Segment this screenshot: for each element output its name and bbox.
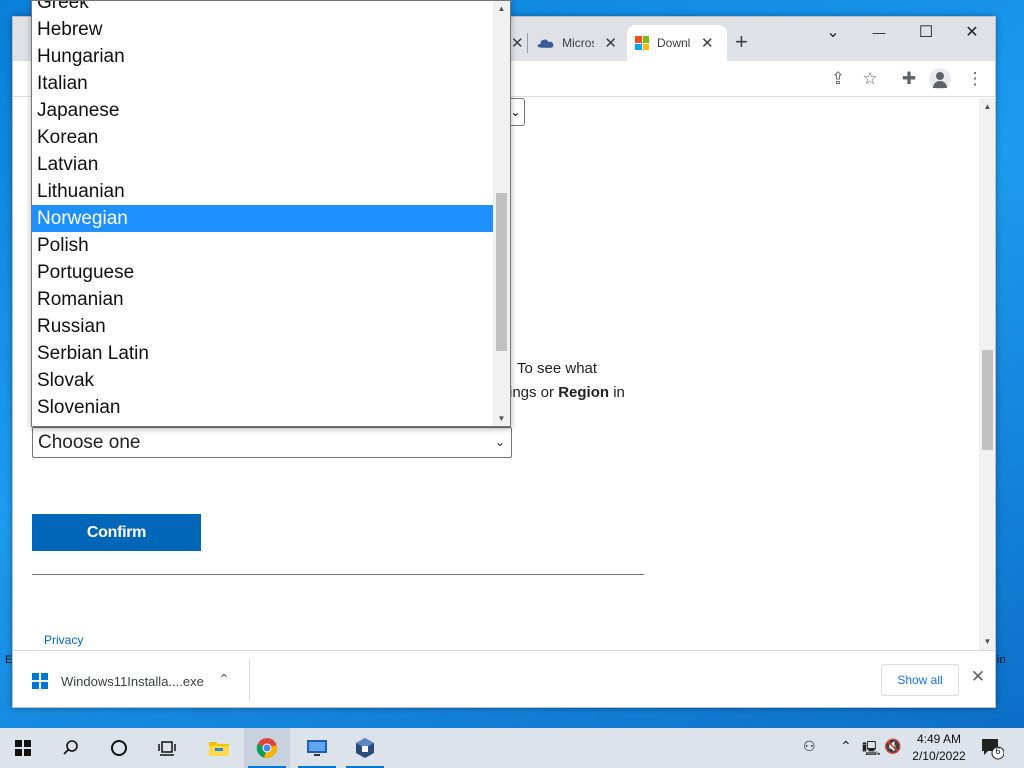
onedrive-icon [537, 39, 554, 48]
clock-date: 2/10/2022 [912, 749, 966, 763]
search-icon [63, 740, 78, 755]
dropdown-option[interactable]: Latvian [32, 151, 494, 178]
remote-desktop-button[interactable] [294, 728, 340, 768]
download-bar: Windows11Installa....exe ⌃ Show all ✕ [13, 650, 995, 707]
start-button[interactable] [0, 728, 46, 768]
tab-separator [527, 33, 528, 53]
chevron-up-icon[interactable]: ⌃ [218, 671, 230, 688]
info-text-part: ings or [509, 384, 559, 401]
minimize-button[interactable]: — [859, 21, 899, 45]
tab-close-icon[interactable]: ✕ [511, 34, 524, 52]
volume-muted-icon[interactable]: 🔇 [884, 738, 901, 755]
dropdown-option[interactable]: Portuguese [32, 259, 494, 286]
page-scrollbar[interactable]: ▲ ▼ [979, 98, 995, 650]
tab-close-icon[interactable]: ✕ [604, 34, 617, 52]
scroll-down-arrow-icon[interactable]: ▼ [979, 637, 995, 646]
dropdown-option[interactable]: Polish [32, 232, 494, 259]
start-icon [15, 740, 31, 756]
file-explorer-icon [209, 742, 229, 756]
chevron-down-icon: ⌄ [494, 435, 505, 449]
dropdown-option[interactable]: Korean [32, 124, 494, 151]
language-dropdown-list: Greek Hebrew Hungarian Italian Japanese … [31, 0, 511, 427]
extensions-icon[interactable]: ✚ [899, 69, 919, 89]
taskbar: ⚇ ⌃ 🖳 🔇 4:49 AM 2/10/2022 6 [0, 728, 1024, 768]
dropdown-option[interactable]: Italian [32, 70, 494, 97]
tab-download[interactable]: Downl ✕ [627, 25, 727, 61]
share-icon[interactable]: ⇪ [828, 69, 848, 89]
close-window-button[interactable]: ✕ [952, 21, 992, 45]
chevron-up-icon[interactable]: ⌃ [840, 738, 852, 755]
tab-close-icon[interactable]: ✕ [701, 34, 714, 52]
remote-desktop-icon [307, 740, 327, 756]
confirm-button[interactable]: Confirm [32, 514, 201, 551]
dropdown-option[interactable]: Slovak [32, 367, 494, 394]
desktop-icon-label-right[interactable]: in [997, 654, 1006, 666]
tab-title: Micros [562, 36, 595, 50]
scroll-up-arrow-icon[interactable]: ▲ [979, 102, 995, 111]
file-explorer-button[interactable] [196, 728, 242, 768]
dropdown-option[interactable]: Greek [32, 1, 494, 16]
region-bold-text: Region [558, 384, 610, 401]
dropdown-option[interactable]: Hungarian [32, 43, 494, 70]
page-scrollbar-thumb[interactable] [982, 350, 993, 450]
scroll-up-arrow-icon[interactable]: ▲ [493, 4, 510, 13]
task-view-button[interactable] [144, 728, 190, 768]
dropdown-option[interactable]: Romanian [32, 286, 494, 313]
virtualbox-icon [356, 738, 374, 758]
dropdown-option[interactable]: Serbian Latin [32, 340, 494, 367]
dropdown-option[interactable]: Slovenian [32, 394, 494, 421]
info-text-line-1: To see what [517, 360, 598, 377]
star-icon[interactable]: ☆ [860, 69, 880, 89]
scroll-down-arrow-icon[interactable]: ▼ [493, 414, 510, 423]
divider [249, 659, 250, 701]
network-icon[interactable]: 🖳 [862, 738, 881, 762]
language-select[interactable]: Choose one ⌄ [32, 427, 512, 458]
windows-installer-icon [32, 673, 48, 689]
dropdown-option[interactable]: Japanese [32, 97, 494, 124]
dropdown-option[interactable]: Hebrew [32, 16, 494, 43]
notification-count-badge: 6 [995, 746, 1001, 756]
virtualbox-button[interactable] [342, 728, 388, 768]
clock[interactable]: 4:49 AM 2/10/2022 [905, 731, 973, 765]
dropdown-scrollbar[interactable]: ▲ ▼ [493, 1, 510, 426]
menu-icon[interactable]: ⋮ [965, 69, 985, 89]
dropdown-option-highlighted[interactable]: Norwegian [32, 205, 494, 232]
privacy-link[interactable]: Privacy [44, 633, 83, 647]
chrome-icon [256, 738, 277, 759]
notification-center-button[interactable]: 6 [980, 736, 1005, 760]
language-select-value: Choose one [38, 432, 141, 453]
microsoft-logo-icon [635, 36, 649, 50]
dropdown-scrollbar-thumb[interactable] [496, 193, 507, 351]
show-all-button[interactable]: Show all [881, 664, 959, 696]
task-view-icon [158, 741, 176, 756]
maximize-button[interactable]: ☐ [906, 21, 946, 45]
tab-microsoft-onedrive[interactable]: Micros ✕ [529, 25, 625, 61]
search-button[interactable] [48, 728, 94, 768]
download-file-name[interactable]: Windows11Installa....exe [61, 674, 204, 689]
tab-title: Downl [657, 36, 691, 50]
chrome-taskbar-button[interactable] [244, 728, 290, 768]
dropdown-option[interactable]: Russian [32, 313, 494, 340]
close-icon[interactable]: ✕ [968, 667, 988, 687]
dropdown-option[interactable]: Lithuanian [32, 178, 494, 205]
info-text-line-2: ings or Region in [509, 384, 625, 401]
new-tab-button[interactable]: + [735, 29, 748, 55]
info-text-part: in [609, 384, 625, 401]
clock-time: 4:49 AM [916, 732, 962, 746]
profile-icon[interactable] [929, 68, 951, 90]
cortana-button[interactable] [96, 728, 142, 768]
cortana-icon [111, 740, 127, 756]
people-icon[interactable]: ⚇ [803, 738, 816, 755]
divider [32, 574, 644, 575]
tab-search-button[interactable]: ⌄ [813, 21, 853, 45]
